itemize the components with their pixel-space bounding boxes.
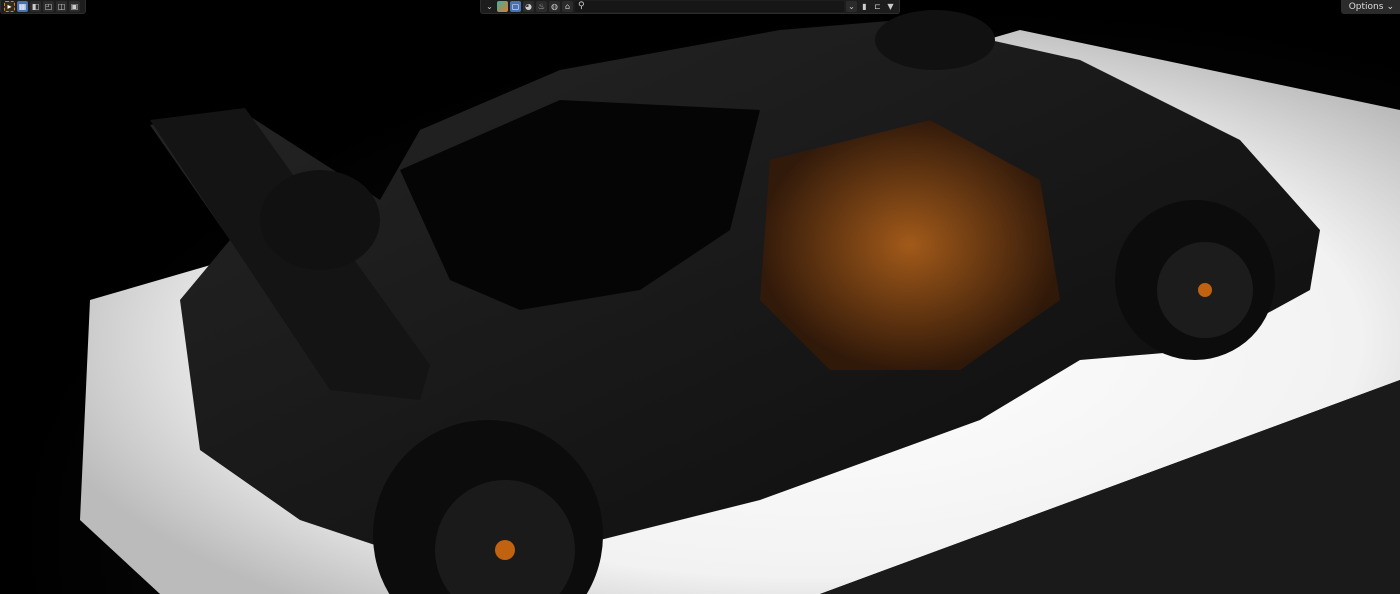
material-icon[interactable]: ◕: [523, 1, 534, 12]
options-dropdown[interactable]: Options ⌄: [1340, 0, 1400, 14]
mode-intersect-icon[interactable]: ▣: [69, 1, 80, 12]
mode-extend-icon[interactable]: ◧: [30, 1, 41, 12]
bookmark-icon[interactable]: ▮: [859, 1, 870, 12]
outliner-header: ⌄ ▢ ◕ ♨ ◍ ⌂ ⚲ ⌄ ▮ ⊏ ▼: [480, 0, 900, 14]
chevron-down-icon: ⌄: [1386, 2, 1394, 12]
world-icon[interactable]: ◍: [549, 1, 560, 12]
filter-icon[interactable]: ▼: [885, 1, 896, 12]
object-icon[interactable]: ▢: [510, 1, 521, 12]
collection-icon[interactable]: [497, 1, 508, 12]
mode-subtract-icon[interactable]: ◰: [43, 1, 54, 12]
search-input[interactable]: ⚲: [575, 1, 844, 12]
wheel-front-left-hub: [495, 540, 515, 560]
mode-new-icon[interactable]: ▦: [17, 1, 28, 12]
wheel-front-right: [1115, 200, 1275, 360]
particles-icon[interactable]: ♨: [536, 1, 547, 12]
paint-icon[interactable]: ⌂: [562, 1, 573, 12]
hierarchy-icon[interactable]: ⊏: [872, 1, 883, 12]
mode-difference-icon[interactable]: ◫: [56, 1, 67, 12]
select-mode-toolbar: ▸ ▦ ◧ ◰ ◫ ▣: [0, 0, 86, 14]
select-box-icon[interactable]: ▸: [4, 1, 15, 12]
wheel-rear-right: [875, 10, 995, 70]
dropdown-chevron-icon[interactable]: ⌄: [484, 1, 495, 12]
search-icon: ⚲: [578, 1, 585, 11]
car-render: [80, 10, 1400, 594]
3d-viewport[interactable]: [0, 0, 1400, 594]
wheel-rear-left: [260, 170, 380, 270]
toggle-chevron-icon[interactable]: ⌄: [846, 1, 857, 12]
